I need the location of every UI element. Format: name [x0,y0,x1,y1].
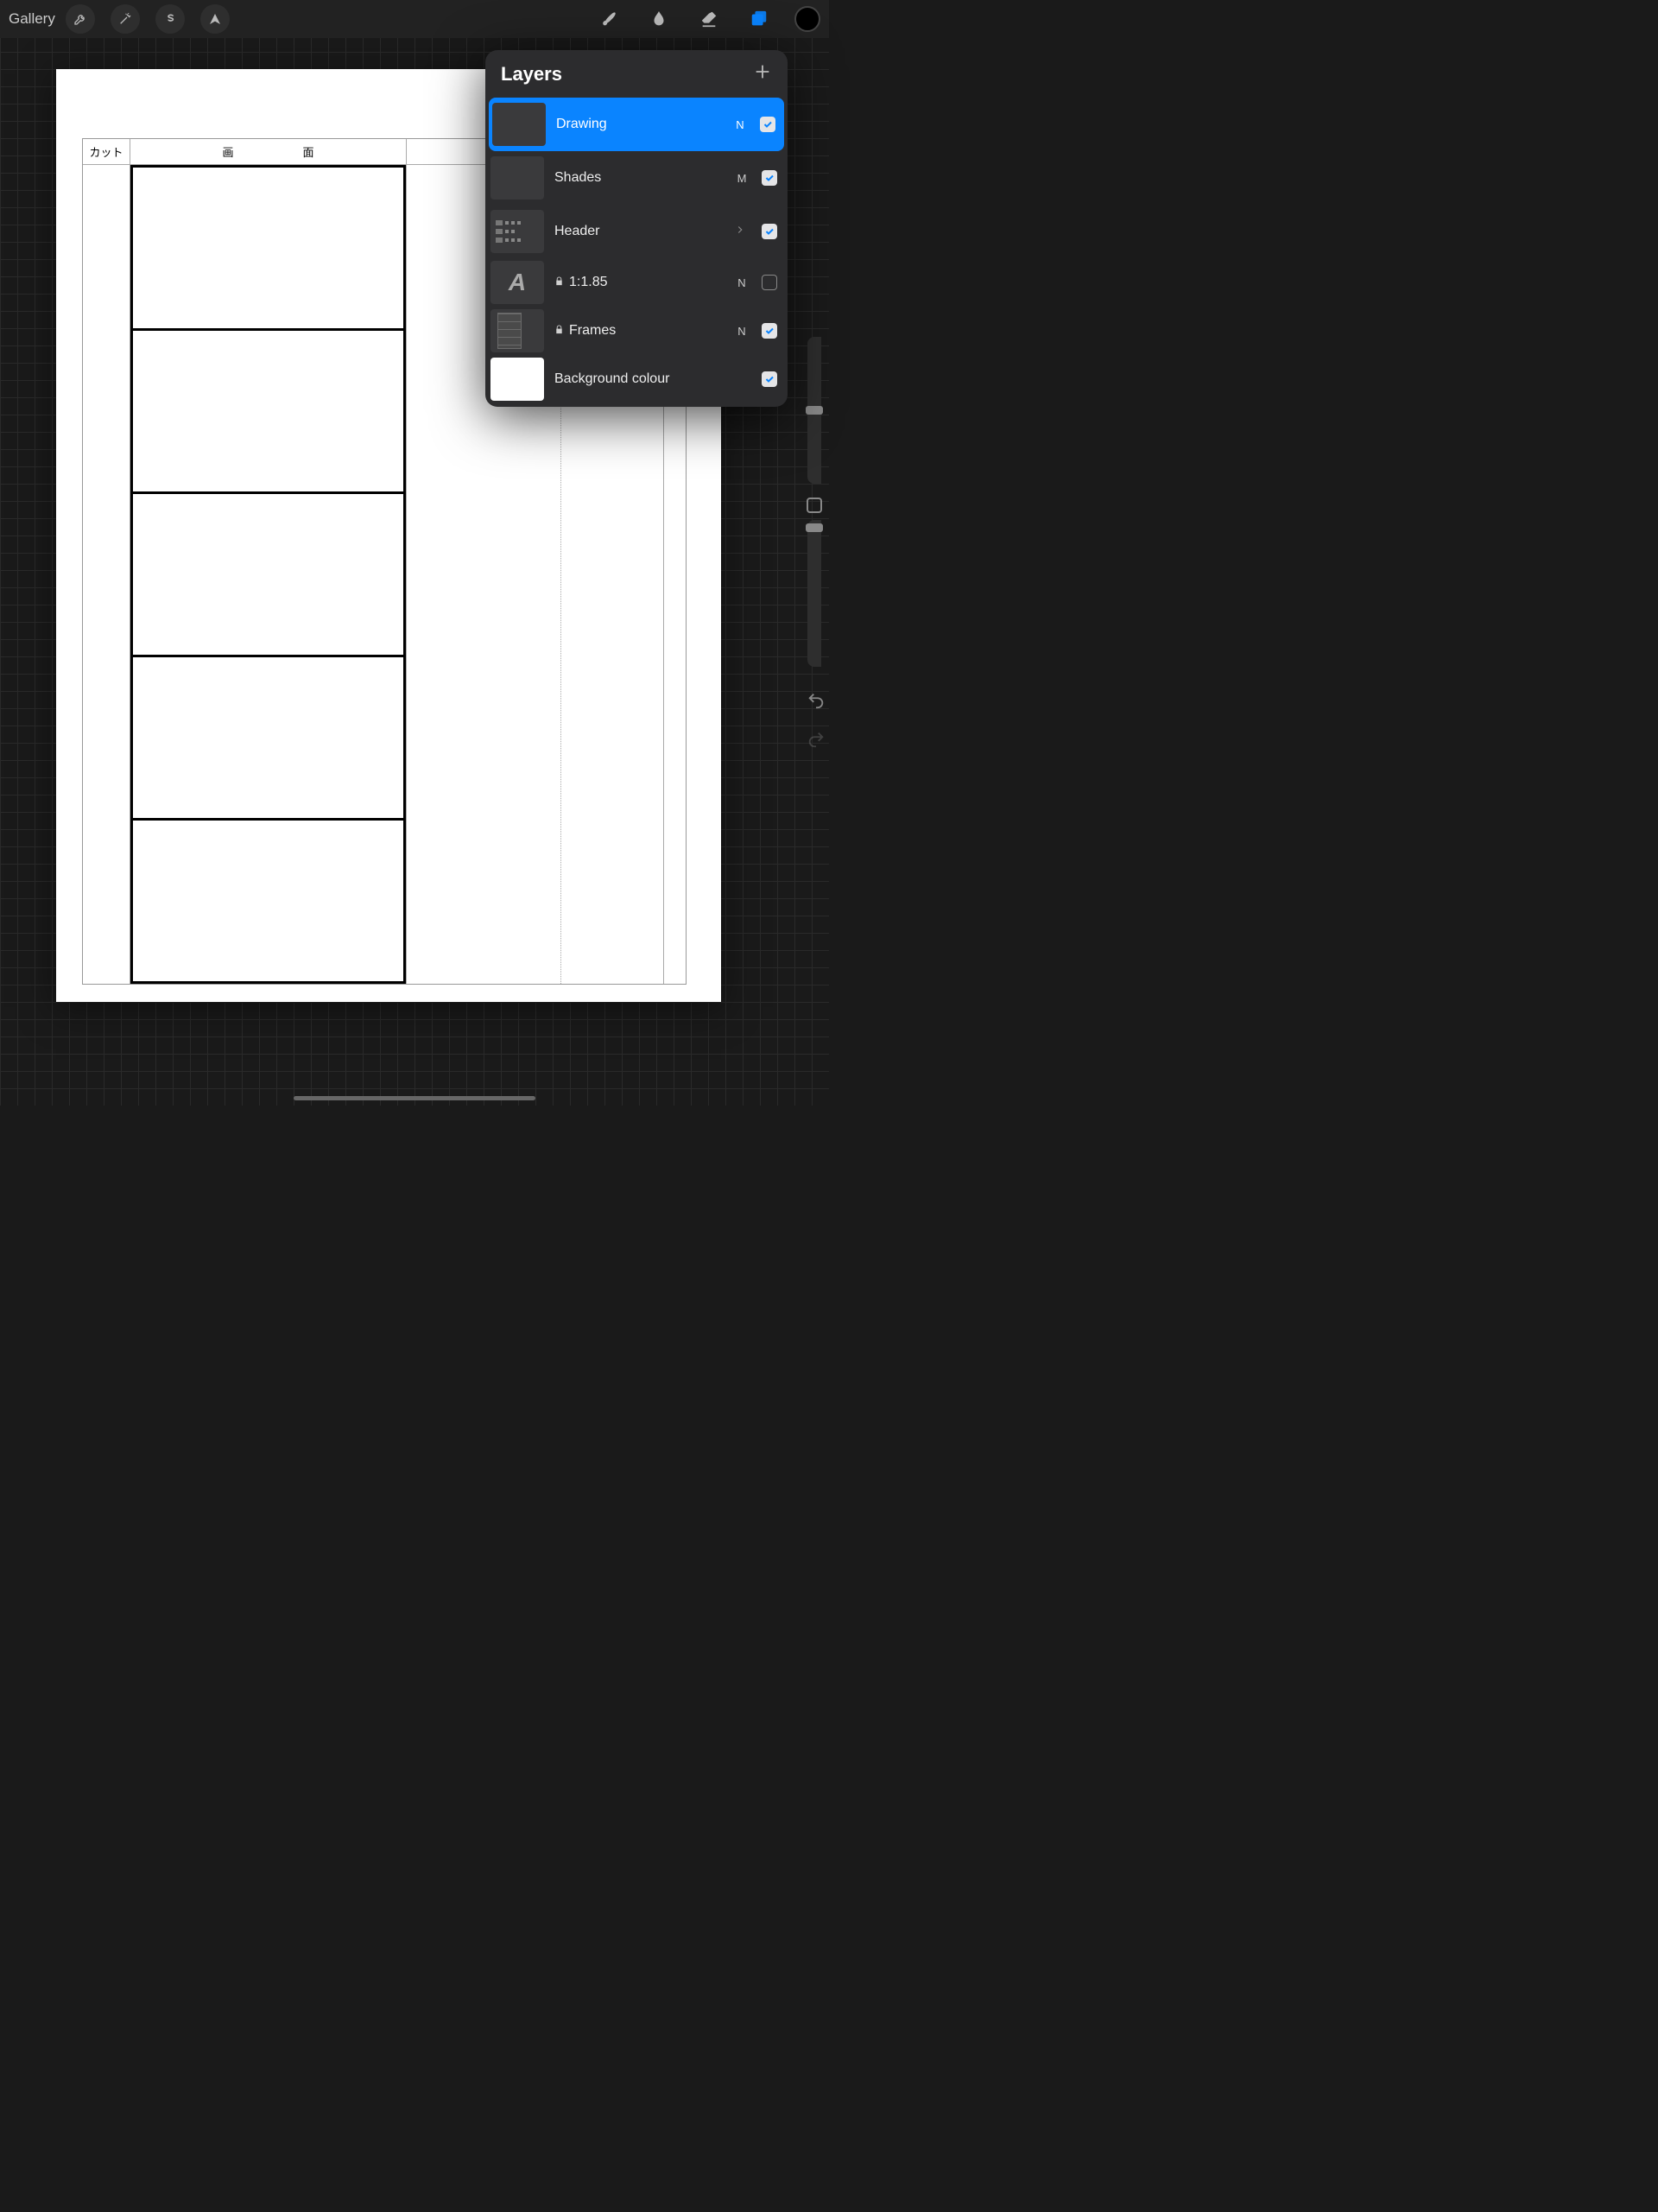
layer-name-label: Drawing [556,117,724,132]
gallery-button[interactable]: Gallery [9,10,55,28]
layer-name-label: Frames [554,323,725,339]
layer-name-text: Background colour [554,371,669,387]
layer-row[interactable]: Drawing N [489,98,784,151]
adjustments-wand-icon[interactable] [111,4,140,34]
layer-visibility-checkbox[interactable] [762,371,777,387]
layer-visibility-checkbox[interactable] [760,117,775,132]
layer-name-label: Header [554,224,724,239]
chevron-right-icon[interactable] [734,224,746,240]
layer-name-label: Shades [554,170,725,186]
layers-panel-title: Layers [501,63,562,86]
layer-thumbnail[interactable]: A [490,261,544,304]
layers-panel: Layers DrawingNShadesMHeaderA1:1.85NFram… [485,50,788,407]
layer-visibility-checkbox[interactable] [762,323,777,339]
lock-icon [554,325,564,337]
selection-s-icon[interactable] [155,4,185,34]
layer-thumbnail[interactable] [490,309,544,352]
top-toolbar: Gallery [0,0,829,38]
active-color-swatch[interactable] [794,6,820,32]
layer-row[interactable]: Header [485,205,788,258]
storyboard-frame [133,494,403,657]
smudge-tool-icon[interactable] [644,4,674,34]
storyboard-frame [133,657,403,821]
layer-visibility-checkbox[interactable] [762,275,777,290]
lock-icon [554,276,564,288]
brush-opacity-slider[interactable] [807,520,821,667]
storyboard-picture-header: 画面 [130,139,406,165]
layer-thumbnail[interactable] [490,156,544,200]
layer-thumbnail[interactable] [490,358,544,401]
brush-size-slider[interactable] [807,337,821,484]
layer-blend-mode[interactable]: N [736,325,748,338]
side-ops-group [807,691,826,753]
storyboard-cut-column: カット [83,139,130,984]
layers-tool-icon[interactable] [744,4,774,34]
layer-name-label: Background colour [554,371,751,387]
layer-name-text: 1:1.85 [569,275,607,290]
add-layer-button[interactable] [753,62,772,86]
layer-name-text: Header [554,224,599,239]
layer-row[interactable]: A 1:1.85 N [485,258,788,307]
layer-name-text: Frames [569,323,616,339]
layer-name-text: Shades [554,170,601,186]
storyboard-frame [133,821,403,981]
layer-blend-mode[interactable]: M [736,172,748,185]
storyboard-frames [130,165,406,984]
brush-tool-icon[interactable] [594,4,623,34]
storyboard-frame [133,168,403,331]
transform-arrow-icon[interactable] [200,4,230,34]
layer-row[interactable]: Background colour [485,355,788,403]
side-slider-group [800,337,829,674]
layer-blend-mode[interactable]: N [734,118,746,131]
layer-row[interactable]: Frames N [485,307,788,355]
layer-blend-mode[interactable]: N [736,276,748,289]
layer-visibility-checkbox[interactable] [762,224,777,239]
layer-thumbnail[interactable] [490,210,544,253]
eraser-tool-icon[interactable] [694,4,724,34]
layer-visibility-checkbox[interactable] [762,170,777,186]
actions-wrench-icon[interactable] [66,4,95,34]
storyboard-picture-column: 画面 [130,139,407,984]
layer-thumbnail[interactable] [492,103,546,146]
redo-button[interactable] [807,730,826,753]
home-indicator[interactable] [294,1096,535,1100]
modify-button[interactable] [807,498,822,513]
layers-panel-header: Layers [485,50,788,98]
layer-row[interactable]: Shades M [485,151,788,205]
layer-name-label: 1:1.85 [554,275,725,290]
layer-name-text: Drawing [556,117,607,132]
storyboard-frame [133,331,403,494]
storyboard-cut-header: カット [83,139,130,165]
undo-button[interactable] [807,691,826,714]
